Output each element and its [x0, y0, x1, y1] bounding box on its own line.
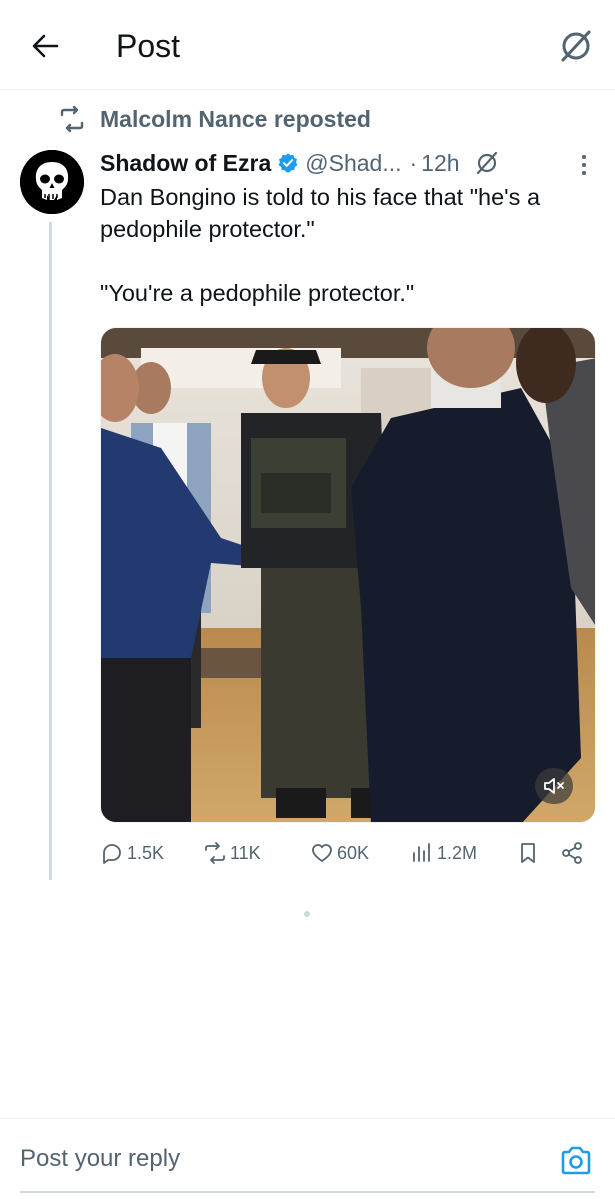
video-player[interactable]: [100, 327, 596, 823]
repost-text: Malcolm Nance reposted: [100, 105, 371, 132]
grok-button[interactable]: [554, 24, 598, 68]
avatar[interactable]: [20, 150, 84, 214]
more-dot: [582, 171, 586, 175]
share-icon: [562, 842, 582, 864]
like-button[interactable]: 60K: [310, 838, 369, 868]
tweet-text-paragraph: "You're a pedophile protector.": [100, 280, 415, 306]
loading-indicator: [304, 911, 310, 917]
post-time[interactable]: 12h: [421, 150, 459, 177]
author-name[interactable]: Shadow of Ezra: [100, 150, 271, 177]
repost-indicator[interactable]: Malcolm Nance reposted: [58, 104, 371, 134]
skull-logo-icon: [20, 150, 84, 214]
arrow-left-icon: [32, 34, 59, 58]
heart-icon: [312, 844, 332, 862]
page-title: Post: [116, 28, 181, 64]
more-options-button[interactable]: [570, 148, 598, 182]
author-handle[interactable]: @Shad...: [305, 150, 401, 177]
share-button[interactable]: [560, 838, 587, 868]
camera-button[interactable]: [556, 1143, 596, 1179]
grok-icon: [561, 30, 591, 62]
reply-icon: [103, 844, 121, 864]
bookmark-icon: [521, 843, 535, 863]
view-count: 1.2M: [437, 842, 478, 863]
bookmark-button[interactable]: [516, 838, 543, 868]
reply-button[interactable]: 1.5K: [100, 838, 164, 868]
mute-toggle-button[interactable]: [535, 768, 573, 804]
tweet-text-paragraph: Dan Bongino is told to his face that "he…: [100, 184, 541, 242]
camera-icon: [561, 1146, 591, 1175]
reply-input[interactable]: [20, 1141, 540, 1177]
verified-badge-icon: [278, 153, 298, 173]
action-bar: 1.5K 11K 60K 1.2M: [100, 838, 590, 868]
grok-icon[interactable]: [474, 150, 500, 176]
tweet-text: Dan Bongino is told to his face that "he…: [100, 181, 600, 309]
thread-line: [49, 222, 52, 880]
more-dot: [582, 163, 586, 167]
separator-dot: ·: [409, 149, 418, 176]
back-button[interactable]: [22, 26, 68, 66]
reply-composer: [0, 1118, 615, 1199]
repost-icon: [205, 842, 225, 864]
tweet-header: Shadow of Ezra @Shad... · 12h: [100, 146, 500, 180]
repost-count: 11K: [230, 842, 261, 863]
top-bar: Post: [0, 0, 615, 90]
video-frame: [101, 328, 595, 822]
volume-muted-icon: [544, 778, 564, 794]
like-count: 60K: [337, 842, 370, 863]
more-dot: [582, 155, 586, 159]
reply-underline: [20, 1191, 595, 1193]
repost-button[interactable]: 11K: [203, 838, 261, 868]
views-icon: [413, 843, 430, 862]
views-button[interactable]: 1.2M: [410, 838, 477, 868]
reply-count: 1.5K: [127, 842, 165, 863]
repost-icon: [60, 105, 84, 133]
